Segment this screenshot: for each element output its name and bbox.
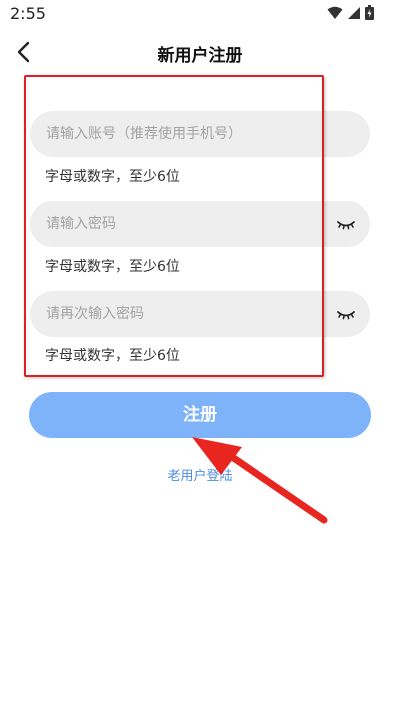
password-hint: 字母或数字，至少6位 <box>45 259 180 275</box>
header: 新用户注册 <box>0 28 400 76</box>
account-input[interactable] <box>46 111 326 157</box>
account-hint: 字母或数字，至少6位 <box>45 169 180 185</box>
cellular-signal-icon <box>347 5 361 24</box>
confirm-password-visibility-toggle[interactable] <box>336 304 356 324</box>
register-button[interactable]: 注册 <box>29 392 371 438</box>
page-title: 新用户注册 <box>157 46 243 66</box>
battery-icon <box>365 4 374 24</box>
password-input[interactable] <box>46 201 326 247</box>
password-visibility-toggle[interactable] <box>336 214 356 234</box>
status-icons <box>327 4 374 24</box>
password-field <box>30 201 370 247</box>
wifi-icon <box>327 5 343 24</box>
confirm-password-field <box>30 291 370 337</box>
account-field <box>30 111 370 157</box>
status-time: 2:55 <box>10 4 46 23</box>
eye-closed-icon <box>337 311 355 320</box>
login-link[interactable]: 老用户登陆 <box>0 465 400 484</box>
confirm-password-input[interactable] <box>46 291 326 337</box>
eye-closed-icon <box>337 221 355 230</box>
status-bar: 2:55 <box>0 0 400 28</box>
confirm-password-hint: 字母或数字，至少6位 <box>45 348 180 364</box>
